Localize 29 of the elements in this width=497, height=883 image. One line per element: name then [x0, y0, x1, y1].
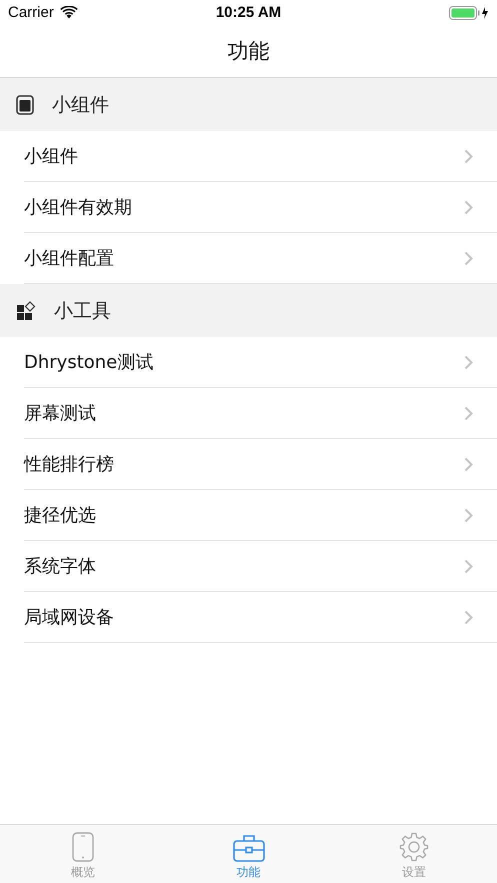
page-title: 功能 — [228, 38, 270, 65]
list-item[interactable]: 局域网设备 — [24, 592, 497, 643]
list-item[interactable]: 捷径优选 — [24, 490, 497, 541]
section-tools-icon — [16, 300, 36, 320]
list-item[interactable]: 小组件有效期 — [24, 182, 497, 233]
list-item[interactable]: Dhrystone测试 — [24, 337, 497, 388]
list-item[interactable]: 性能排行榜 — [24, 439, 497, 490]
chevron-icon — [464, 250, 473, 266]
chevron-icon — [464, 354, 473, 370]
section-title: 小组件 — [52, 92, 109, 118]
section-widget-icon — [16, 94, 34, 114]
chevron-icon — [464, 456, 473, 472]
settings-icon — [399, 832, 430, 862]
list-item[interactable]: 屏幕测试 — [24, 388, 497, 439]
list-item[interactable]: 小组件 — [24, 131, 497, 182]
chevron-icon — [464, 610, 473, 624]
carrier-name: Carrier — [8, 4, 54, 21]
chevron-icon — [464, 148, 473, 164]
status-time: 10:25 AM — [216, 4, 282, 21]
chevron-icon — [464, 508, 473, 522]
toolbox-icon — [232, 834, 264, 862]
phone-icon — [72, 832, 94, 862]
battery-icon — [449, 6, 489, 20]
section-title: 小工具 — [54, 298, 111, 324]
wifi-icon — [60, 6, 78, 19]
list-item[interactable]: 系统字体 — [24, 541, 497, 592]
chevron-icon — [464, 406, 473, 420]
chevron-icon — [464, 200, 473, 214]
chevron-icon — [464, 558, 473, 574]
